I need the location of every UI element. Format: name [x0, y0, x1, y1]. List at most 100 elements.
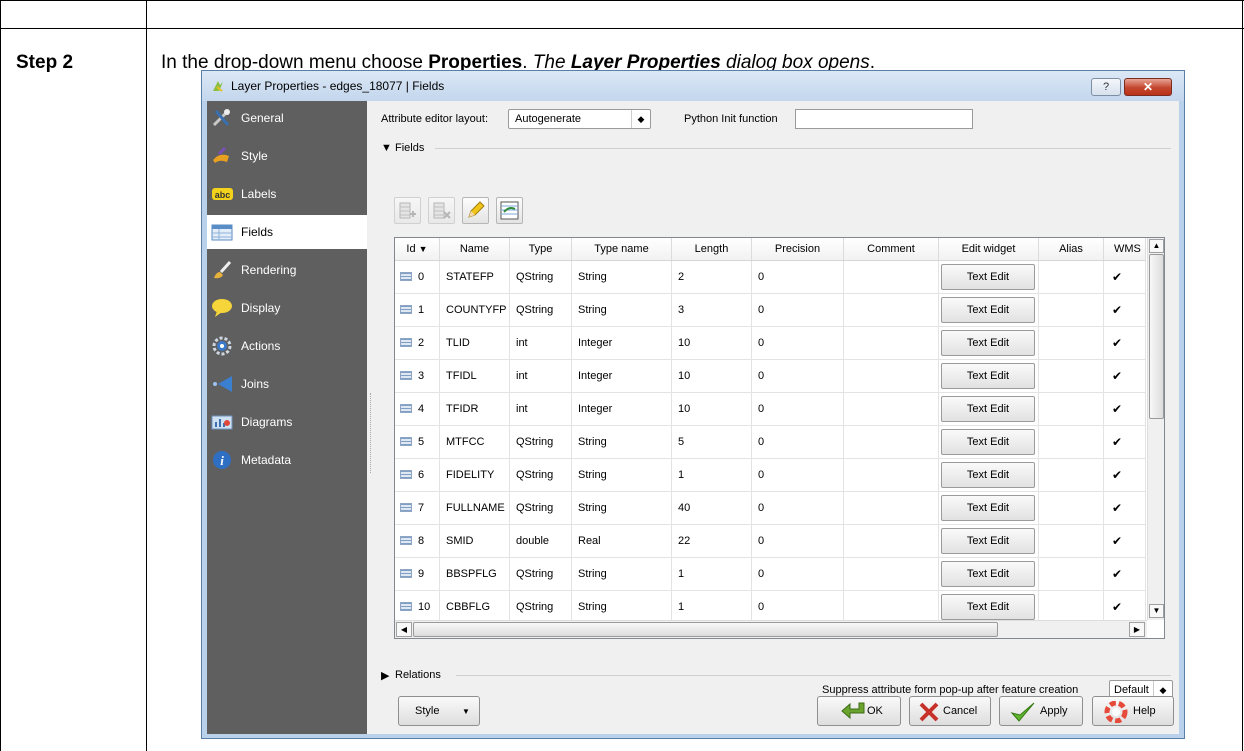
edit-widget-button[interactable]: Text Edit [941, 396, 1035, 422]
table-row[interactable]: 6 FIDELITY QString String 1 0 Text Edit ✔ [395, 459, 1146, 492]
sidebar-item-general[interactable]: General [207, 101, 367, 135]
sidebar-item-diagrams[interactable]: Diagrams [207, 405, 367, 439]
comment-cell[interactable] [844, 261, 939, 294]
style-menu-button[interactable]: Style ▼ [398, 696, 480, 726]
help-button[interactable]: Help [1092, 696, 1174, 726]
comment-cell[interactable] [844, 525, 939, 558]
edit-widget-button[interactable]: Text Edit [941, 330, 1035, 356]
edit-widget-button[interactable]: Text Edit [941, 462, 1035, 488]
table-row[interactable]: 3 TFIDL int Integer 10 0 Text Edit ✔ [395, 360, 1146, 393]
wms-checkbox[interactable]: ✔ [1112, 535, 1124, 547]
edit-widget-button[interactable]: Text Edit [941, 429, 1035, 455]
comment-cell[interactable] [844, 459, 939, 492]
sidebar-item-labels[interactable]: abc Labels [207, 177, 367, 211]
sidebar-item-display[interactable]: Display [207, 291, 367, 325]
edit-widget-button[interactable]: Text Edit [941, 495, 1035, 521]
alias-cell[interactable] [1039, 360, 1104, 393]
scroll-right-icon[interactable]: ▶ [1129, 622, 1145, 637]
column-header-id[interactable]: Id ▼ [395, 238, 440, 260]
comment-cell[interactable] [844, 426, 939, 459]
table-row[interactable]: 7 FULLNAME QString String 40 0 Text Edit ✔ [395, 492, 1146, 525]
edit-widget-button[interactable]: Text Edit [941, 297, 1035, 323]
wms-checkbox[interactable]: ✔ [1112, 304, 1124, 316]
column-header-precision[interactable]: Precision [752, 238, 844, 260]
edit-widget-button[interactable]: Text Edit [941, 363, 1035, 389]
scroll-up-icon[interactable]: ▲ [1149, 239, 1164, 253]
column-header-alias[interactable]: Alias [1039, 238, 1104, 260]
sidebar-item-joins[interactable]: Joins [207, 367, 367, 401]
edit-widget-button[interactable]: Text Edit [941, 561, 1035, 587]
comment-cell[interactable] [844, 327, 939, 360]
comment-cell[interactable] [844, 393, 939, 426]
table-row[interactable]: 2 TLID int Integer 10 0 Text Edit ✔ [395, 327, 1146, 360]
scroll-down-icon[interactable]: ▼ [1149, 604, 1164, 618]
alias-cell[interactable] [1039, 294, 1104, 327]
horizontal-scroll-thumb[interactable] [413, 622, 998, 637]
table-row[interactable]: 9 BBSPFLG QString String 1 0 Text Edit ✔ [395, 558, 1146, 591]
column-header-type-name[interactable]: Type name [572, 238, 672, 260]
alias-cell[interactable] [1039, 525, 1104, 558]
wms-checkbox[interactable]: ✔ [1112, 436, 1124, 448]
table-row[interactable]: 5 MTFCC QString String 5 0 Text Edit ✔ [395, 426, 1146, 459]
python-init-input[interactable] [795, 109, 973, 129]
table-row[interactable]: 0 STATEFP QString String 2 0 Text Edit ✔ [395, 261, 1146, 294]
comment-cell[interactable] [844, 558, 939, 591]
alias-cell[interactable] [1039, 393, 1104, 426]
alias-cell[interactable] [1039, 327, 1104, 360]
sidebar-item-actions[interactable]: Actions [207, 329, 367, 363]
relations-expand-icon[interactable]: ▶ [381, 669, 389, 682]
edit-widget-button[interactable]: Text Edit [941, 528, 1035, 554]
wms-checkbox[interactable]: ✔ [1112, 568, 1124, 580]
edit-widget-button[interactable]: Text Edit [941, 264, 1035, 290]
wms-checkbox[interactable]: ✔ [1112, 502, 1124, 514]
alias-cell[interactable] [1039, 459, 1104, 492]
cancel-button[interactable]: Cancel [909, 696, 991, 726]
type-name-cell: String [572, 459, 672, 492]
wms-checkbox[interactable]: ✔ [1112, 337, 1124, 349]
wms-checkbox[interactable]: ✔ [1112, 601, 1124, 613]
fields-collapse-icon[interactable]: ▼ [381, 142, 392, 154]
column-header-length[interactable]: Length [672, 238, 752, 260]
attribute-editor-layout-combo[interactable]: Autogenerate ◆ [508, 109, 651, 129]
comment-cell[interactable] [844, 492, 939, 525]
column-header-name[interactable]: Name [440, 238, 510, 260]
close-button[interactable]: ✕ [1124, 78, 1172, 96]
scroll-left-icon[interactable]: ◀ [396, 622, 412, 637]
context-help-button[interactable]: ? [1091, 78, 1121, 96]
sidebar-item-rendering[interactable]: Rendering [207, 253, 367, 287]
alias-cell[interactable] [1039, 492, 1104, 525]
sidebar-item-fields[interactable]: Fields [207, 215, 367, 249]
apply-button[interactable]: Apply [999, 696, 1083, 726]
edit-widget-button[interactable]: Text Edit [941, 594, 1035, 620]
alias-cell[interactable] [1039, 426, 1104, 459]
column-header-edit-widget[interactable]: Edit widget [939, 238, 1039, 260]
toggle-editing-button[interactable] [462, 197, 489, 224]
table-row[interactable]: 4 TFIDR int Integer 10 0 Text Edit ✔ [395, 393, 1146, 426]
wms-checkbox[interactable]: ✔ [1112, 370, 1124, 382]
field-calculator-button[interactable] [496, 197, 523, 224]
column-header-wms[interactable]: WMS [1104, 238, 1146, 260]
sidebar-item-metadata[interactable]: i Metadata [207, 443, 367, 477]
wms-checkbox[interactable]: ✔ [1112, 469, 1124, 481]
comment-cell[interactable] [844, 360, 939, 393]
alias-cell[interactable] [1039, 558, 1104, 591]
horizontal-scrollbar[interactable]: ◀ ▶ [395, 620, 1147, 638]
vertical-scroll-thumb[interactable] [1149, 254, 1164, 419]
comment-cell[interactable] [844, 294, 939, 327]
wms-checkbox[interactable]: ✔ [1112, 271, 1124, 283]
ok-button[interactable]: OK [817, 696, 901, 726]
alias-cell[interactable] [1039, 261, 1104, 294]
column-header-type[interactable]: Type [510, 238, 572, 260]
sidebar-splitter[interactable] [370, 393, 374, 473]
delete-field-button[interactable] [428, 197, 455, 224]
table-row[interactable]: 1 COUNTYFP QString String 3 0 Text Edit ✔ [395, 294, 1146, 327]
column-header-comment[interactable]: Comment [844, 238, 939, 260]
id-cell: 3 [395, 360, 440, 393]
wms-checkbox[interactable]: ✔ [1112, 403, 1124, 415]
vertical-scrollbar[interactable]: ▲ ▼ [1147, 238, 1164, 620]
new-field-button[interactable] [394, 197, 421, 224]
table-row[interactable]: 8 SMID double Real 22 0 Text Edit ✔ [395, 525, 1146, 558]
wms-cell: ✔ [1104, 558, 1146, 591]
title-bar[interactable]: Layer Properties - edges_18077 | Fields … [202, 71, 1184, 101]
sidebar-item-style[interactable]: Style [207, 139, 367, 173]
